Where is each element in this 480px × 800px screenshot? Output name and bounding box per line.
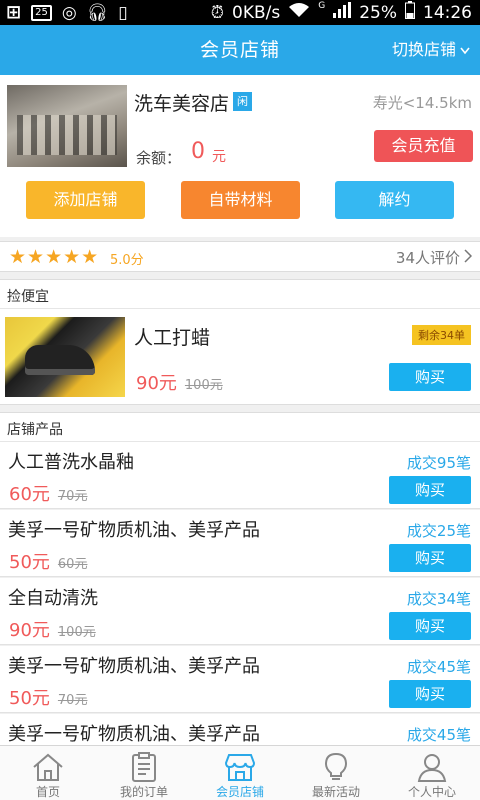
deal-price-row: 90元 100元 (136, 369, 223, 395)
product-sold-count: 成交34笔 (406, 590, 471, 608)
product-buy-button[interactable]: 购买 (389, 612, 471, 640)
lightbulb-icon (288, 751, 384, 783)
products-section-header: 店铺产品 (0, 412, 480, 442)
switch-store-label: 切换店铺 (391, 40, 456, 59)
tab-orders[interactable]: 我的订单 (96, 746, 192, 800)
chevron-down-icon (460, 25, 470, 75)
product-name: 美孚一号矿物质机油、美孚产品 (8, 520, 260, 541)
product-price: 90元 (9, 620, 50, 641)
product-price: 60元 (9, 484, 50, 505)
app-header: 会员店铺 切换店铺 (0, 25, 480, 75)
star-rating: ★★★★★ (9, 246, 100, 268)
rating-row[interactable]: ★★★★★ 5.0分 34人评价 (0, 241, 480, 272)
product-price: 50元 (9, 688, 50, 709)
tab-profile[interactable]: 个人中心 (384, 746, 480, 800)
deal-section-title: 捡便宜 (7, 289, 49, 305)
home-icon (0, 751, 96, 783)
product-row[interactable]: 人工普洗水晶釉 成交95笔 60元 70元 购买 (0, 442, 480, 509)
add-icon: ⊞ (6, 2, 22, 23)
orders-icon (96, 751, 192, 783)
product-sold-count: 成交95笔 (406, 454, 471, 472)
product-name: 美孚一号矿物质机油、美孚产品 (8, 656, 260, 677)
net-speed: 0KB/s (232, 2, 281, 23)
product-original-price: 70元 (57, 489, 88, 504)
deal-section-header: 捡便宜 (0, 279, 480, 309)
product-original-price: 100元 (57, 625, 96, 640)
product-sold-count: 成交45笔 (406, 726, 471, 744)
deal-buy-button[interactable]: 购买 (389, 363, 471, 391)
product-price-row: 90元 100元 (9, 616, 96, 642)
battery-level: 25% (359, 2, 397, 23)
balance-label: 余额： (136, 149, 182, 167)
product-original-price: 60元 (57, 557, 88, 572)
products-section-title: 店铺产品 (7, 422, 63, 438)
user-icon (384, 751, 480, 783)
product-buy-button[interactable]: 购买 (389, 544, 471, 572)
product-price-row: 50元 70元 (9, 684, 87, 710)
product-name: 美孚一号矿物质机油、美孚产品 (8, 724, 260, 745)
review-count-link[interactable]: 34人评价 (395, 247, 473, 268)
shop-status-tag: 闲 (233, 92, 252, 111)
product-sold-count: 成交45笔 (406, 658, 471, 676)
product-buy-button[interactable]: 购买 (389, 680, 471, 708)
tab-profile-label: 个人中心 (407, 785, 456, 799)
wifi-icon (288, 2, 310, 23)
status-bar: ⊞ 25 ◎ 🎧︎ ▯ ⏰︎ 0KB/s G 25% 14:26 (0, 0, 480, 25)
shop-name: 洗车美容店 (134, 93, 230, 115)
shop-card: 洗车美容店 闲 寿光<14.5km 余额： 0 元 会员充值 添加店铺 自带材料… (0, 75, 480, 237)
shop-distance: 寿光<14.5km (372, 94, 472, 112)
tab-activities-label: 最新活动 (311, 785, 360, 799)
tab-home-label: 首页 (35, 785, 60, 799)
product-price: 50元 (9, 552, 50, 573)
alarm-icon: ⏰︎ (210, 2, 224, 23)
product-original-price: 70元 (57, 693, 88, 708)
remaining-badge: 剩余34单 (412, 325, 471, 345)
balance-unit: 元 (212, 149, 226, 165)
tab-home[interactable]: 首页 (0, 746, 96, 800)
tab-orders-label: 我的订单 (119, 785, 168, 799)
terminate-contract-button[interactable]: 解约 (335, 181, 454, 219)
clock: 14:26 (423, 2, 472, 23)
product-sold-count: 成交25笔 (406, 522, 471, 540)
notification-badge: 25 (31, 4, 52, 21)
shop-photo (7, 85, 127, 167)
deal-price: 90元 (136, 373, 177, 394)
tab-activities[interactable]: 最新活动 (288, 746, 384, 800)
deal-original-price: 100元 (184, 378, 223, 393)
store-icon (192, 751, 288, 783)
bottom-tab-bar: 首页 我的订单 会员店铺 最新活动 个人中心 (0, 745, 480, 800)
weibo-icon: ◎ (61, 2, 77, 23)
add-store-button[interactable]: 添加店铺 (26, 181, 145, 219)
review-count: 34人评价 (395, 249, 460, 267)
product-name: 全自动清洗 (8, 588, 98, 609)
switch-store-button[interactable]: 切换店铺 (392, 25, 470, 75)
product-buy-button[interactable]: 购买 (389, 476, 471, 504)
rating-score: 5.0分 (110, 253, 144, 268)
product-row[interactable]: 美孚一号矿物质机油、美孚产品 成交25笔 50元 60元 购买 (0, 510, 480, 577)
headset-icon: 🎧︎ (86, 2, 109, 23)
chevron-right-icon (464, 248, 473, 267)
product-name: 人工普洗水晶釉 (8, 452, 134, 473)
deal-photo (5, 317, 125, 397)
tab-member-store[interactable]: 会员店铺 (192, 746, 288, 800)
signal-icon (333, 2, 352, 23)
product-row[interactable]: 全自动清洗 成交34笔 90元 100元 购买 (0, 578, 480, 645)
tab-member-store-label: 会员店铺 (215, 785, 264, 799)
deal-item[interactable]: 人工打蜡 剩余34单 90元 100元 购买 (0, 309, 480, 405)
balance-value: 0 (191, 139, 205, 164)
battery-icon (405, 1, 415, 24)
own-material-button[interactable]: 自带材料 (181, 181, 300, 219)
vibrate-icon: ▯ (118, 2, 128, 23)
recharge-button[interactable]: 会员充值 (374, 130, 473, 162)
product-price-row: 60元 70元 (9, 480, 87, 506)
deal-name: 人工打蜡 (134, 327, 211, 349)
network-type: G (318, 1, 326, 11)
product-price-row: 50元 60元 (9, 548, 87, 574)
product-row[interactable]: 美孚一号矿物质机油、美孚产品 成交45笔 50元 70元 购买 (0, 646, 480, 713)
